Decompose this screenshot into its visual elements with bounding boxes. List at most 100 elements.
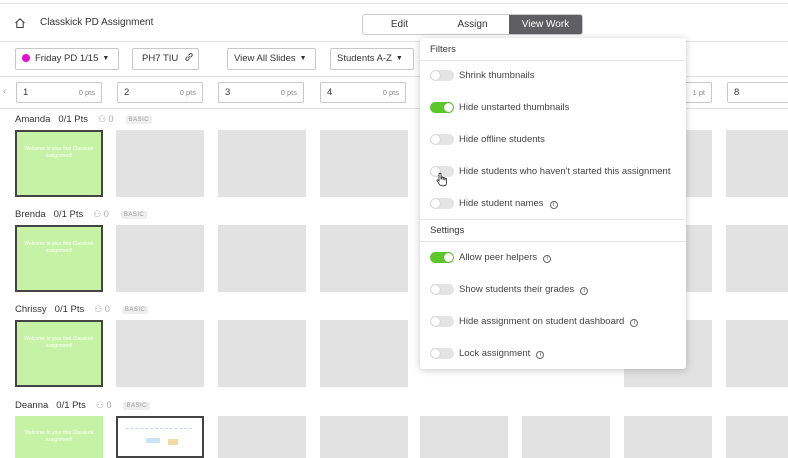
- slide-number: 2: [124, 87, 130, 98]
- hide-unstarted-thumbnails-toggle[interactable]: [430, 102, 454, 113]
- option-hide-on-dashboard[interactable]: Hide assignment on student dashboard i: [430, 315, 680, 329]
- info-icon[interactable]: i: [536, 351, 545, 359]
- work-thumbnail[interactable]: [218, 130, 306, 197]
- work-thumbnail[interactable]: [420, 416, 508, 458]
- slide-header-4[interactable]: 4 0 pts: [320, 82, 406, 103]
- class-code-button[interactable]: PH7 TIU: [132, 48, 199, 70]
- hide-on-dashboard-toggle[interactable]: [430, 316, 454, 327]
- sort-label: Students A-Z: [337, 53, 392, 64]
- peer-helpers-count: ⚇ 0: [93, 209, 109, 219]
- option-label: Hide unstarted thumbnails: [459, 102, 570, 113]
- slide-header-1[interactable]: 1 0 pts: [16, 82, 102, 103]
- work-content: [126, 428, 192, 456]
- student-name[interactable]: Amanda: [15, 114, 50, 125]
- helpers-icon: ⚇: [95, 400, 107, 410]
- work-thumbnail[interactable]: [116, 225, 204, 292]
- helpers-icon: ⚇: [97, 114, 109, 124]
- work-thumbnail[interactable]: [726, 416, 788, 458]
- thumbnail-text: Welcome to your first Classkick assignme…: [24, 336, 94, 349]
- sort-dropdown[interactable]: Students A-Z ▼: [330, 48, 414, 70]
- option-hide-unstarted-thumbnails[interactable]: Hide unstarted thumbnails: [430, 101, 680, 115]
- work-thumbnail[interactable]: [624, 416, 712, 458]
- student-header: Chrissy 0/1 Pts ⚇ 0 BASIC: [15, 304, 149, 318]
- tab-assign[interactable]: Assign: [436, 15, 509, 34]
- work-thumbnail[interactable]: Welcome to your first Classkick assignme…: [15, 130, 103, 197]
- option-label: Allow peer helpers: [459, 252, 538, 263]
- work-thumbnail[interactable]: [218, 225, 306, 292]
- home-icon[interactable]: [14, 17, 26, 29]
- helpers-count: 0: [108, 114, 114, 124]
- slide-points: 0 pts: [78, 88, 95, 97]
- option-label: Lock assignment: [459, 348, 531, 359]
- thumbnail-text: Welcome to your first Classkick assignme…: [24, 146, 94, 159]
- allow-peer-helpers-toggle[interactable]: [430, 252, 454, 263]
- slide-points: 0 pts: [179, 88, 196, 97]
- student-name[interactable]: Chrissy: [15, 304, 47, 315]
- peer-helpers-count: ⚇ 0: [94, 304, 110, 314]
- slide-header-8[interactable]: 8: [727, 82, 788, 103]
- slides-filter-label: View All Slides: [234, 53, 296, 64]
- helpers-count: 0: [103, 209, 109, 219]
- slide-header-2[interactable]: 2 0 pts: [117, 82, 203, 103]
- tab-edit[interactable]: Edit: [363, 15, 436, 34]
- work-thumbnail[interactable]: [726, 225, 788, 292]
- option-label: Hide offline students: [459, 134, 545, 145]
- option-shrink-thumbnails[interactable]: Shrink thumbnails: [430, 69, 680, 83]
- plan-badge: BASIC: [123, 402, 150, 410]
- caret-down-icon: ▼: [102, 55, 110, 62]
- work-thumbnail[interactable]: [116, 320, 204, 387]
- work-thumbnail[interactable]: [116, 130, 204, 197]
- work-thumbnail[interactable]: Welcome to your first Classkick assignme…: [15, 320, 103, 387]
- option-hide-offline-students[interactable]: Hide offline students: [430, 133, 680, 147]
- option-allow-peer-helpers[interactable]: Allow peer helpers i: [430, 251, 680, 265]
- work-thumbnail[interactable]: Welcome to your first Classkick assignme…: [15, 416, 103, 458]
- roster-dropdown[interactable]: Friday PD 1/15 ▼: [15, 48, 119, 70]
- student-points: 0/1 Pts: [54, 304, 85, 315]
- slide-number: 8: [734, 87, 740, 98]
- info-icon[interactable]: i: [630, 319, 639, 327]
- work-thumbnail[interactable]: Welcome to your first Classkick assignme…: [15, 225, 103, 292]
- chevron-left-icon[interactable]: ‹: [3, 86, 6, 97]
- peer-helpers-count: ⚇ 0: [96, 400, 112, 410]
- app-header: Classkick PD Assignment Edit Assign View…: [0, 4, 788, 42]
- filters-heading: Filters: [430, 44, 456, 55]
- show-grades-toggle[interactable]: [430, 284, 454, 295]
- work-thumbnail[interactable]: [320, 320, 408, 387]
- student-points: 0/1 Pts: [56, 400, 86, 411]
- thumbnail-text: Welcome to your first Classkick assignme…: [24, 430, 94, 443]
- work-thumbnail[interactable]: [218, 416, 306, 458]
- peer-helpers-count: ⚇ 0: [98, 114, 114, 124]
- lock-assignment-toggle[interactable]: [430, 348, 454, 359]
- shrink-thumbnails-toggle[interactable]: [430, 70, 454, 81]
- work-thumbnail[interactable]: [522, 416, 610, 458]
- work-thumbnail[interactable]: [320, 416, 408, 458]
- slide-header-3[interactable]: 3 0 pts: [218, 82, 304, 103]
- divider: [420, 60, 686, 61]
- student-name[interactable]: Deanna: [15, 400, 48, 411]
- work-thumbnail[interactable]: [726, 130, 788, 197]
- hide-offline-students-toggle[interactable]: [430, 134, 454, 145]
- slides-filter-dropdown[interactable]: View All Slides ▼: [227, 48, 316, 70]
- settings-heading: Settings: [430, 225, 465, 236]
- hide-student-names-toggle[interactable]: [430, 198, 454, 209]
- work-thumbnail[interactable]: [726, 320, 788, 387]
- option-hide-not-started-students[interactable]: Hide students who haven't started this a…: [430, 165, 680, 179]
- info-icon[interactable]: i: [580, 287, 589, 295]
- info-icon[interactable]: i: [543, 255, 552, 263]
- student-name[interactable]: Brenda: [15, 209, 46, 220]
- work-thumbnail[interactable]: [116, 416, 204, 458]
- option-hide-student-names[interactable]: Hide student names i: [430, 197, 680, 211]
- work-thumbnail[interactable]: [320, 130, 408, 197]
- student-header: Deanna 0/1 Pts ⚇ 0 BASIC: [15, 400, 150, 414]
- info-icon[interactable]: i: [549, 201, 558, 209]
- tab-view-work[interactable]: View Work: [509, 15, 582, 34]
- divider: [420, 219, 686, 220]
- option-lock-assignment[interactable]: Lock assignment i: [430, 347, 680, 361]
- slide-points: 1 pt: [692, 88, 705, 97]
- work-thumbnail[interactable]: [218, 320, 306, 387]
- plan-badge: BASIC: [125, 116, 153, 124]
- work-thumbnail[interactable]: [320, 225, 408, 292]
- option-label: Show students their grades: [459, 284, 575, 295]
- option-show-students-grades[interactable]: Show students their grades i: [430, 283, 680, 297]
- slide-points: 0 pts: [382, 88, 399, 97]
